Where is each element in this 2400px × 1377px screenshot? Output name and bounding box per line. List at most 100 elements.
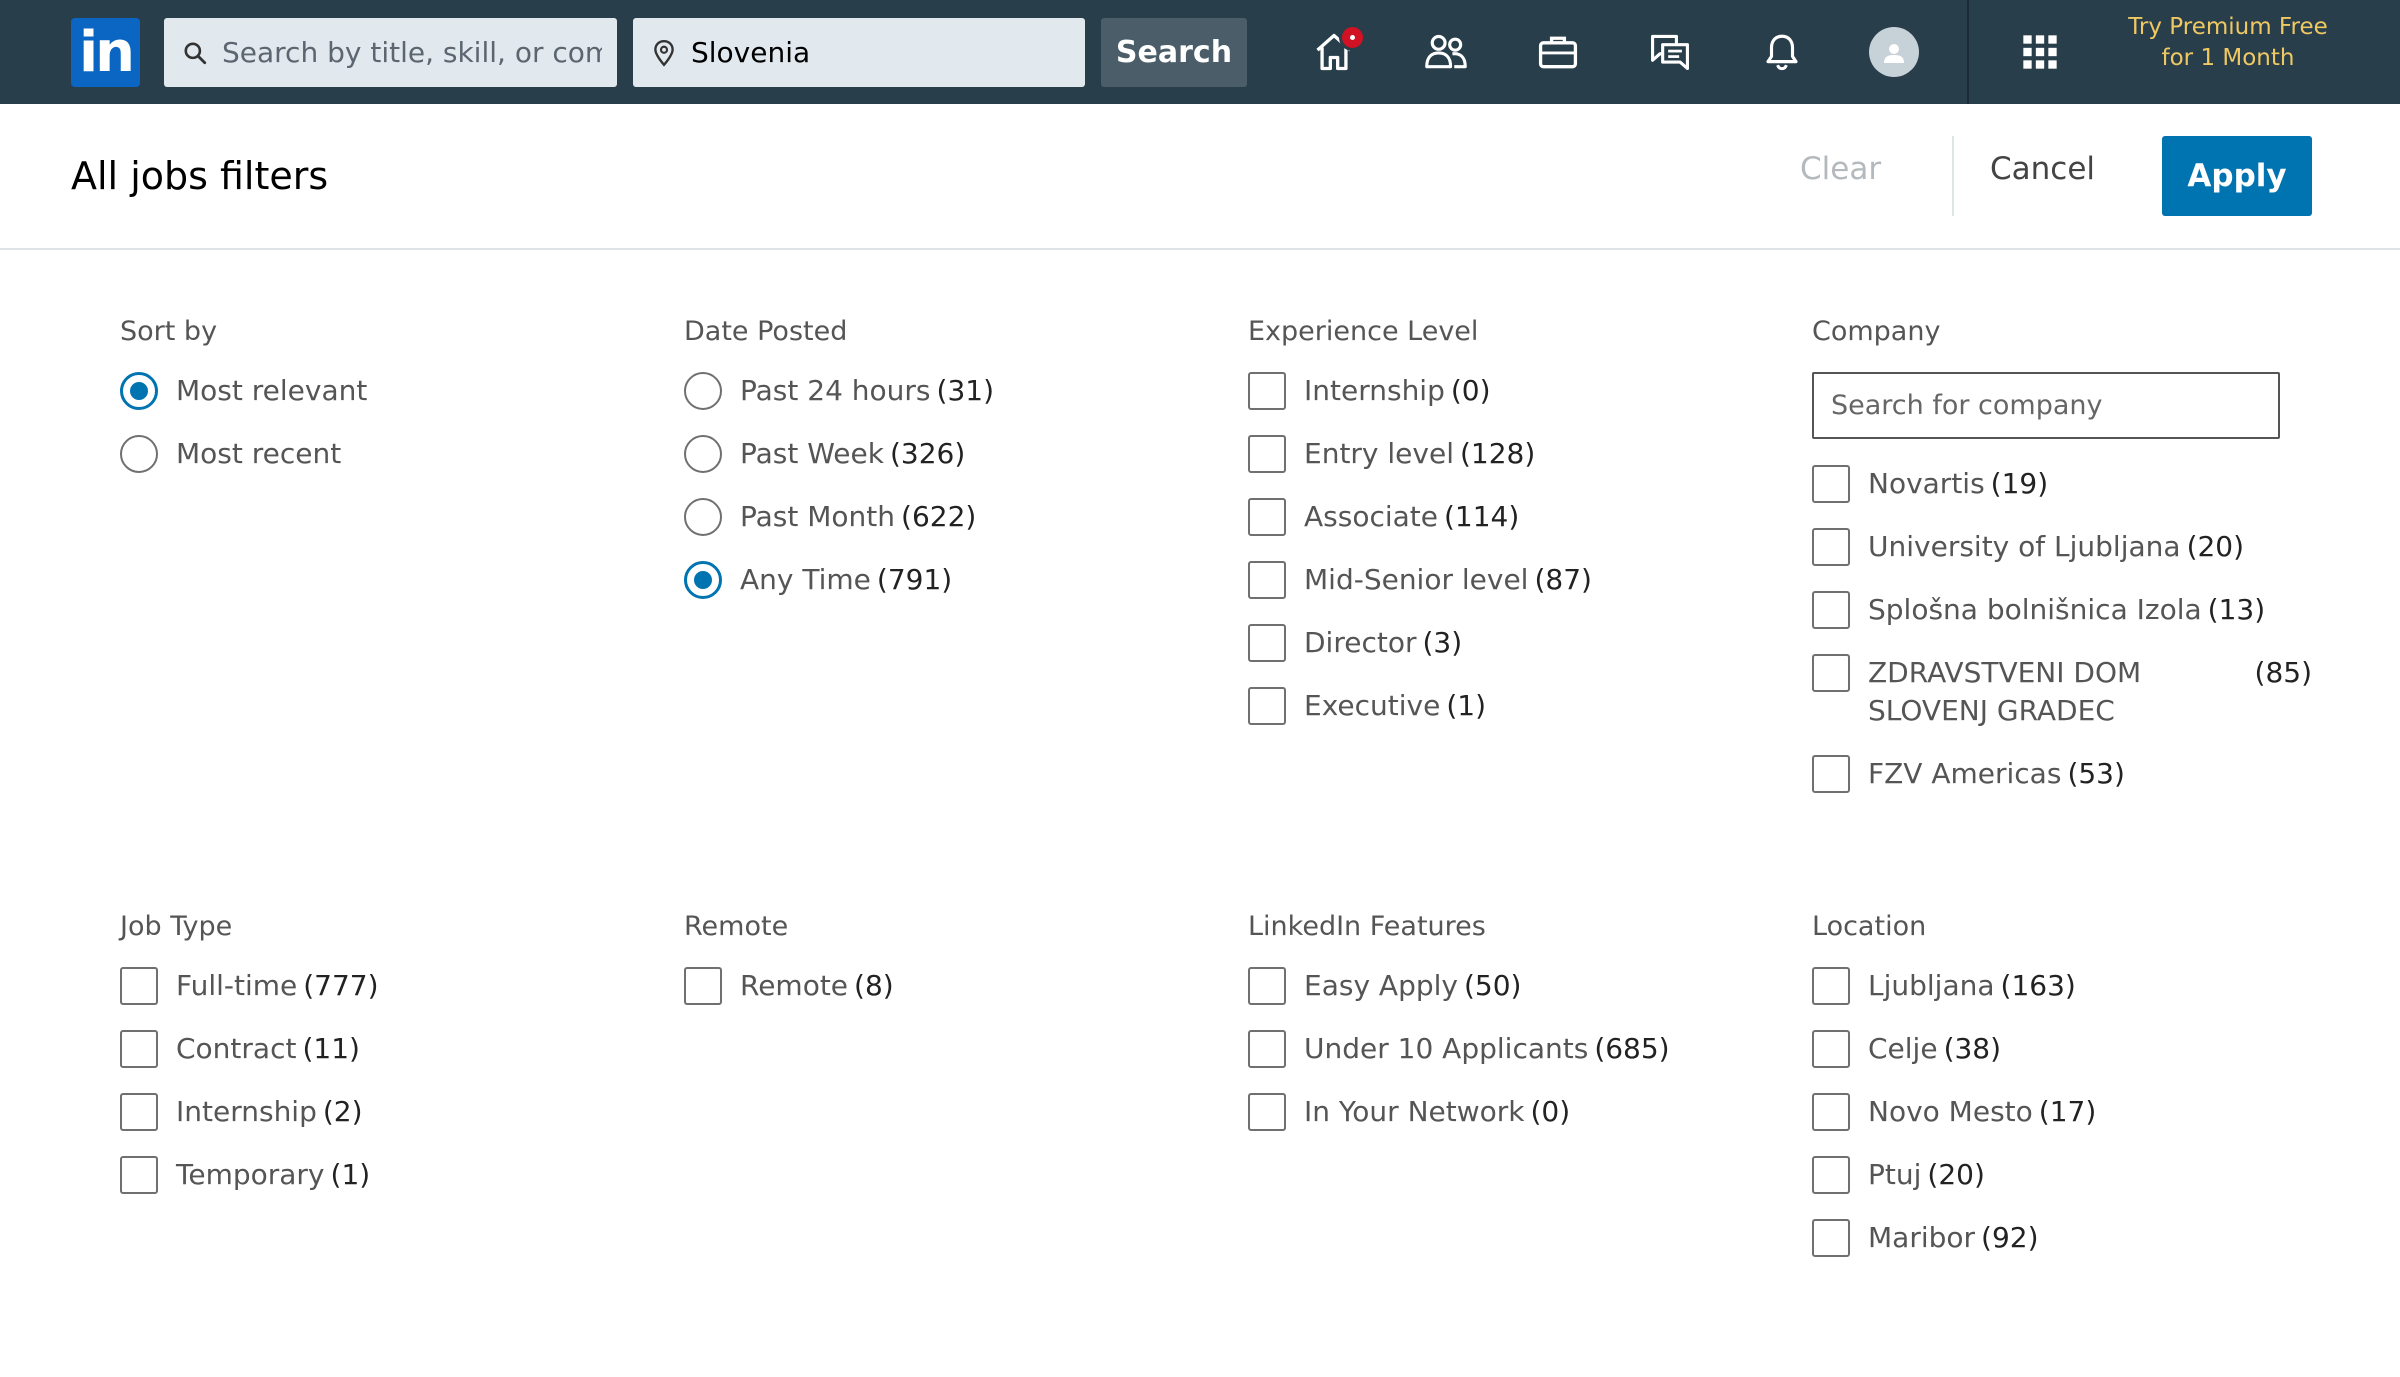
option-count: (92) [1981, 1221, 2039, 1254]
job-type-group: Job Type Full-time (777) Contract (11) Int… [120, 911, 620, 1219]
keyword-search-input[interactable] [222, 36, 602, 69]
date-option-past-week[interactable]: Past Week (326) [684, 435, 1184, 498]
checkbox[interactable] [1248, 498, 1286, 536]
location-input[interactable] [691, 36, 1071, 69]
option-count: (38) [1943, 1032, 2002, 1065]
jobs-icon[interactable] [1528, 22, 1588, 82]
date-option-past-month[interactable]: Past Month (622) [684, 498, 1184, 561]
checkbox[interactable] [1812, 528, 1850, 566]
location-option-novo-mesto[interactable]: Novo Mesto (17) [1812, 1093, 2312, 1156]
try-premium-link[interactable]: Try Premium Free for 1 Month [2110, 12, 2346, 74]
search-button[interactable]: Search [1101, 18, 1247, 87]
experience-option-director[interactable]: Director (3) [1248, 624, 1748, 687]
checkbox[interactable] [120, 1030, 158, 1068]
checkbox[interactable] [1248, 967, 1286, 1005]
work-grid-icon[interactable] [2010, 22, 2070, 82]
location-option-ptuj[interactable]: Ptuj (20) [1812, 1156, 2312, 1219]
filters-header: All jobs filters Clear Cancel Apply [0, 104, 2400, 250]
remote-option-remote[interactable]: Remote (8) [684, 967, 1184, 1030]
group-heading: Location [1812, 911, 1927, 942]
notifications-icon[interactable] [1752, 22, 1812, 82]
job-type-option-contract[interactable]: Contract (11) [120, 1030, 620, 1093]
checkbox[interactable] [1812, 1219, 1850, 1257]
clear-button[interactable]: Clear [1800, 151, 1881, 187]
experience-option-internship[interactable]: Internship (0) [1248, 372, 1748, 435]
checkbox[interactable] [1812, 465, 1850, 503]
cancel-button[interactable]: Cancel [1990, 151, 2095, 187]
experience-option-associate[interactable]: Associate (114) [1248, 498, 1748, 561]
radio-button[interactable] [684, 498, 722, 536]
radio-button[interactable] [120, 372, 158, 410]
location-option-maribor[interactable]: Maribor (92) [1812, 1219, 2312, 1282]
checkbox[interactable] [1248, 372, 1286, 410]
option-count: (17) [2038, 1095, 2097, 1128]
option-label: Full-time [176, 969, 298, 1002]
checkbox[interactable] [1248, 1030, 1286, 1068]
experience-option-entry-level[interactable]: Entry level (128) [1248, 435, 1748, 498]
checkbox[interactable] [684, 967, 722, 1005]
job-type-option-temporary[interactable]: Temporary (1) [120, 1156, 620, 1219]
option-label: Splošna bolnišnica Izola [1868, 593, 2202, 626]
job-type-option-internship[interactable]: Internship (2) [120, 1093, 620, 1156]
radio-button[interactable] [120, 435, 158, 473]
linkedin-logo[interactable]: in [71, 18, 140, 87]
location-option-ljubljana[interactable]: Ljubljana (163) [1812, 967, 2312, 1030]
checkbox[interactable] [1248, 687, 1286, 725]
option-count: (20) [1927, 1158, 1985, 1191]
checkbox[interactable] [1248, 435, 1286, 473]
option-count: (128) [1459, 437, 1536, 470]
sort-option-most-relevant[interactable]: Most relevant [120, 372, 620, 435]
option-label: Internship [1304, 374, 1445, 407]
experience-option-executive[interactable]: Executive (1) [1248, 687, 1748, 750]
checkbox[interactable] [120, 1093, 158, 1131]
checkbox[interactable] [120, 1156, 158, 1194]
feature-option-easy-apply[interactable]: Easy Apply (50) [1248, 967, 1748, 1030]
location-search-box[interactable] [633, 18, 1085, 87]
option-label: Easy Apply [1304, 969, 1458, 1002]
location-option-celje[interactable]: Celje (38) [1812, 1030, 2312, 1093]
date-option-past-24-hours[interactable]: Past 24 hours (31) [684, 372, 1184, 435]
checkbox[interactable] [1248, 561, 1286, 599]
experience-option-mid-senior[interactable]: Mid-Senior level (87) [1248, 561, 1748, 624]
messaging-icon[interactable] [1640, 22, 1700, 82]
keyword-search-box[interactable] [164, 18, 617, 87]
checkbox[interactable] [1812, 591, 1850, 629]
option-count: (163) [2000, 969, 2076, 1002]
profile-avatar[interactable] [1869, 27, 1919, 77]
apply-button[interactable]: Apply [2162, 136, 2312, 216]
feature-option-in-your-network[interactable]: In Your Network (0) [1248, 1093, 1748, 1156]
radio-button[interactable] [684, 372, 722, 410]
feature-option-under-10-applicants[interactable]: Under 10 Applicants (685) [1248, 1030, 1748, 1093]
checkbox[interactable] [1812, 1156, 1850, 1194]
company-option-fzv-americas[interactable]: FZV Americas (53) [1812, 755, 2312, 818]
company-group: Company Novartis(19) University of Ljubl… [1812, 316, 2312, 818]
option-count: (1) [330, 1158, 371, 1191]
option-count: (87) [1534, 563, 1592, 596]
sort-option-most-recent[interactable]: Most recent [120, 435, 620, 498]
checkbox[interactable] [1248, 1093, 1286, 1131]
checkbox[interactable] [1812, 1030, 1850, 1068]
radio-button[interactable] [684, 435, 722, 473]
checkbox[interactable] [1248, 624, 1286, 662]
option-count: (685) [1594, 1032, 1670, 1065]
checkbox[interactable] [1812, 1093, 1850, 1131]
option-label: Past Month [740, 500, 896, 533]
date-option-any-time[interactable]: Any Time (791) [684, 561, 1184, 624]
option-label: FZV Americas [1868, 757, 2062, 790]
company-option-novartis[interactable]: Novartis (19) [1812, 465, 2312, 528]
company-option-splosna-bolnisnica-izola[interactable]: Splošna bolnišnica Izola (13) [1812, 591, 2312, 654]
option-label: Remote [740, 969, 849, 1002]
option-label: Most recent [176, 437, 342, 470]
option-count: (622) [901, 500, 977, 533]
company-option-zdravstveni-dom[interactable]: ZDRAVSTVENI DOM SLOVENJ GRADEC (85) [1812, 654, 2312, 755]
radio-button[interactable] [684, 561, 722, 599]
company-search-input[interactable] [1812, 372, 2280, 439]
checkbox[interactable] [1812, 755, 1850, 793]
checkbox[interactable] [1812, 654, 1850, 692]
company-option-university-of-ljubljana[interactable]: University of Ljubljana (20) [1812, 528, 2312, 591]
group-heading: Remote [684, 911, 789, 942]
job-type-option-full-time[interactable]: Full-time (777) [120, 967, 620, 1030]
checkbox[interactable] [1812, 967, 1850, 1005]
checkbox[interactable] [120, 967, 158, 1005]
my-network-icon[interactable] [1416, 22, 1476, 82]
